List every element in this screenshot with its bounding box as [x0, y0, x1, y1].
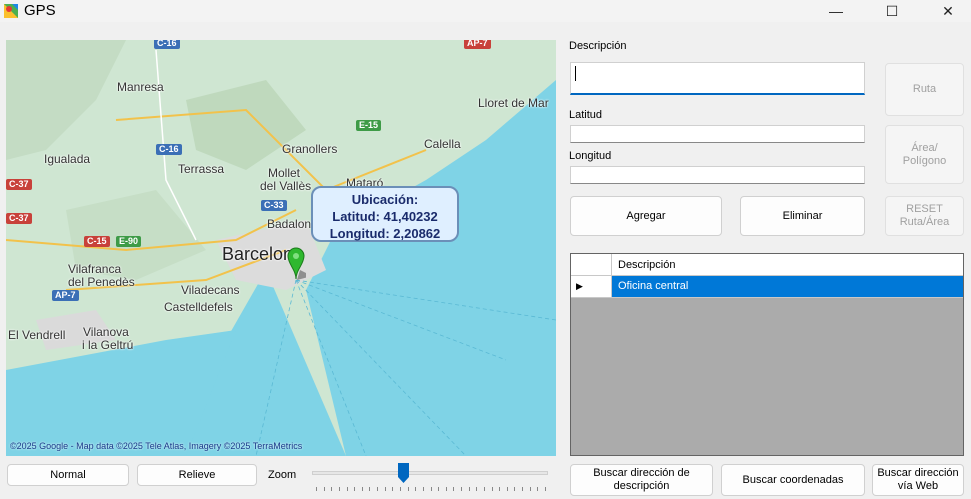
table-cell-descripcion[interactable]: Oficina central: [612, 276, 963, 297]
row-header[interactable]: ▶: [571, 276, 612, 297]
window-title: GPS: [24, 2, 56, 19]
relieve-button[interactable]: Relieve: [137, 464, 257, 486]
zoom-label: Zoom: [268, 469, 297, 481]
place-label: Lloret de Mar: [478, 96, 549, 110]
poligono-label: Polígono: [902, 154, 947, 167]
map-app-icon: [3, 3, 19, 19]
text-caret: [575, 66, 576, 81]
place-label: Vilafranca: [68, 262, 122, 276]
area-poligono-button[interactable]: Área/ Polígono: [885, 125, 964, 184]
reset-button[interactable]: RESET Ruta/Área: [885, 196, 964, 236]
eliminar-label: Eliminar: [782, 209, 823, 222]
eliminar-button[interactable]: Eliminar: [740, 196, 865, 236]
slider-track: [312, 471, 548, 475]
descripcion-label: Descripción: [569, 40, 627, 52]
buscar-direccion-web-button[interactable]: Buscar dirección vía Web: [872, 464, 964, 496]
title-bar: GPS — ☐ ✕: [0, 0, 971, 22]
maximize-icon[interactable]: ☐: [869, 0, 915, 22]
close-icon[interactable]: ✕: [925, 0, 971, 22]
slider-thumb[interactable]: [398, 463, 409, 483]
locations-grid[interactable]: Descripción ▶ Oficina central: [570, 253, 964, 456]
place-label: Viladecans: [181, 283, 240, 297]
map-pin-icon[interactable]: [286, 246, 306, 280]
latitud-label: Latitud: [569, 109, 603, 121]
longitud-label: Longitud: [569, 150, 612, 162]
buscar-coordenadas-button[interactable]: Buscar coordenadas: [721, 464, 865, 496]
callout-latitude: Latitud: 41,40232: [332, 209, 438, 224]
road-label: E-15: [356, 120, 382, 131]
place-label: Calella: [424, 137, 461, 151]
road-label: C-37: [6, 179, 32, 190]
buscar-direccion-descripcion-button[interactable]: Buscar dirección de descripción: [570, 464, 713, 496]
agregar-label: Agregar: [626, 209, 666, 222]
road-label: C-16: [156, 144, 182, 155]
descripcion-field[interactable]: [570, 62, 865, 95]
location-callout: Ubicación: Latitud: 41,40232 Longitud: 2…: [311, 186, 459, 242]
place-label: Mollet: [268, 166, 301, 180]
grid-header: Descripción: [571, 254, 963, 276]
area-label: Área/: [911, 141, 938, 154]
place-label: Manresa: [117, 80, 164, 94]
callout-longitude: Longitud: 2,20862: [329, 226, 441, 241]
place-label: i la Geltrú: [82, 338, 134, 352]
row-header-corner: [571, 254, 612, 276]
slider-ticks: [316, 487, 546, 491]
buscar-coord-label: Buscar coordenadas: [742, 473, 844, 486]
ruta-button[interactable]: Ruta: [885, 63, 964, 116]
road-label: C-15: [84, 236, 110, 247]
place-label: Terrassa: [178, 162, 225, 176]
road-label: AP-7: [464, 40, 491, 49]
place-label: del Penedès: [68, 275, 135, 289]
zoom-slider[interactable]: [312, 462, 550, 492]
buscar-web-label-1: Buscar dirección: [877, 467, 959, 479]
buscar-desc-label-2: descripción: [613, 480, 670, 492]
minimize-icon[interactable]: —: [813, 0, 859, 22]
latitud-field[interactable]: [570, 125, 865, 143]
reset-label: RESET: [906, 203, 943, 215]
ruta-label: Ruta: [912, 83, 937, 95]
normal-label: Normal: [50, 468, 86, 481]
road-label: C-37: [6, 213, 32, 224]
place-label: del Vallès: [260, 179, 312, 193]
buscar-desc-label-1: Buscar dirección de: [593, 467, 690, 479]
place-label: Granollers: [282, 142, 338, 156]
buscar-web-label-2: vía Web: [897, 480, 939, 492]
longitud-field[interactable]: [570, 166, 865, 184]
road-label: AP-7: [52, 290, 79, 301]
place-label: Igualada: [44, 152, 91, 166]
normal-button[interactable]: Normal: [7, 464, 129, 486]
place-label: Vilanova: [83, 325, 129, 339]
map-copyright: ©2025 Google - Map data ©2025 Tele Atlas…: [10, 441, 303, 451]
callout-title: Ubicación:: [351, 192, 419, 207]
reset-sub-label: Ruta/Área: [899, 216, 950, 228]
column-header-descripcion[interactable]: Descripción: [618, 259, 675, 271]
row-indicator-icon: ▶: [576, 281, 583, 291]
road-label: C-33: [261, 200, 287, 211]
agregar-button[interactable]: Agregar: [570, 196, 722, 236]
relieve-label: Relieve: [178, 468, 216, 481]
table-row[interactable]: ▶ Oficina central: [571, 276, 963, 298]
map-view[interactable]: Manresa Lloret de Mar Igualada Granoller…: [6, 40, 556, 456]
place-label: El Vendrell: [8, 328, 66, 342]
road-label: C-16: [154, 40, 180, 49]
place-label: Castelldefels: [164, 300, 233, 314]
road-label: E-90: [116, 236, 142, 247]
